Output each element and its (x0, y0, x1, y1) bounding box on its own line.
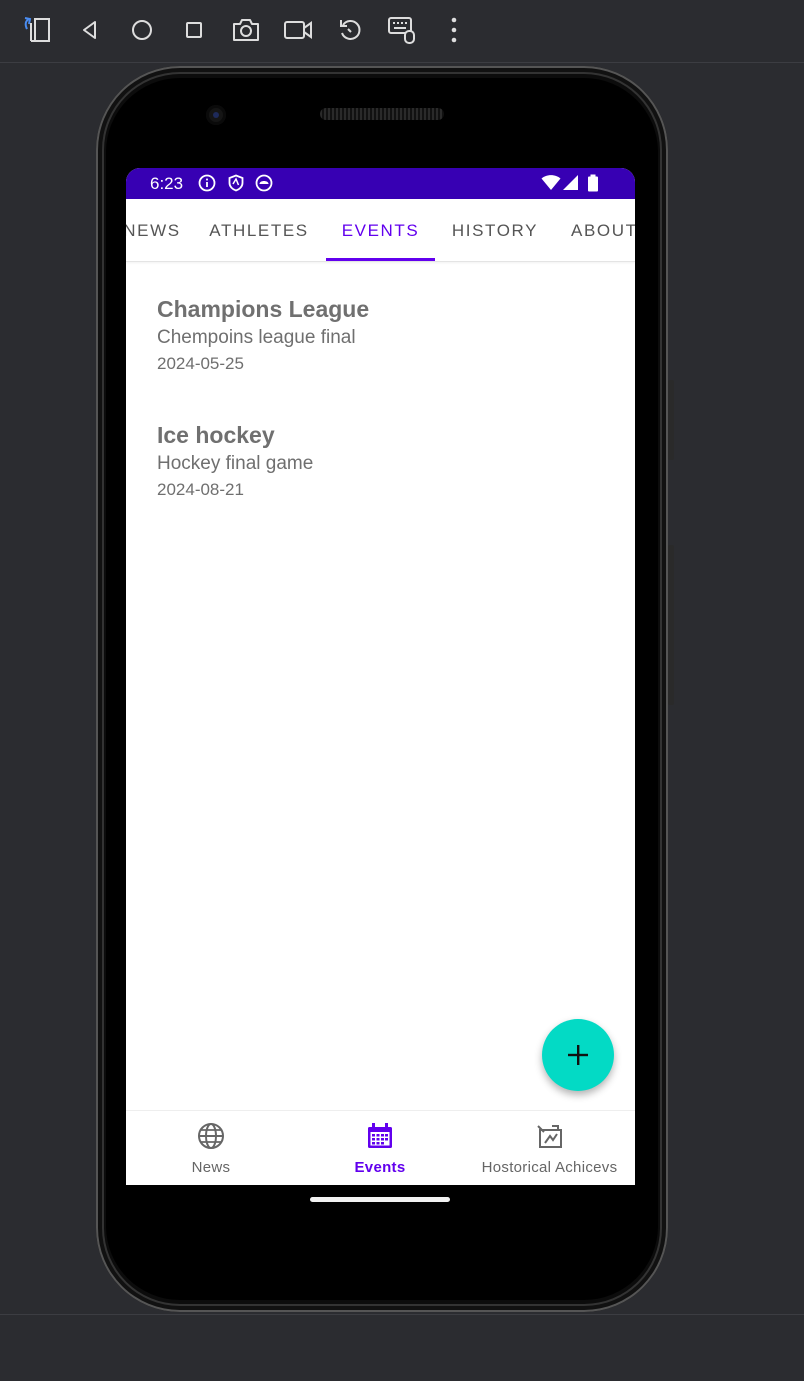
event-title: Ice hockey (157, 422, 275, 448)
nav-news-label: News (191, 1159, 231, 1176)
list-item[interactable]: Ice hockey Hockey final game 2024-08-21 (157, 421, 313, 502)
tab-history[interactable]: HISTORY (439, 199, 551, 261)
battery-icon (588, 174, 598, 192)
tab-about[interactable]: ABOUT (555, 199, 635, 261)
fold-icon[interactable] (20, 12, 56, 48)
earpiece-speaker (320, 108, 444, 120)
top-tab-bar: NEWS ATHLETES EVENTS HISTORY ABOUT (126, 199, 635, 262)
event-description: Hockey final game (157, 453, 314, 474)
emulator-toolbar (0, 0, 804, 63)
home-icon[interactable] (124, 12, 160, 48)
keyboard-mouse-icon[interactable] (384, 12, 420, 48)
status-bar: 6:23 (126, 168, 635, 199)
info-icon (198, 174, 216, 192)
event-description: Chempoins league final (157, 327, 356, 348)
tab-news[interactable]: NEWS (126, 199, 192, 261)
rotate-icon[interactable] (332, 12, 368, 48)
nav-news[interactable]: News (126, 1111, 296, 1185)
nav-historical-label: Hostorical Achicevs (481, 1159, 618, 1176)
power-button (668, 545, 674, 705)
overview-icon[interactable] (176, 12, 212, 48)
gesture-home-bar[interactable] (310, 1197, 450, 1202)
screen-record-icon[interactable] (280, 12, 316, 48)
event-date: 2024-08-21 (157, 480, 244, 499)
wifi-icon (541, 175, 561, 190)
tab-indicator (326, 258, 435, 261)
event-date: 2024-05-25 (157, 354, 244, 373)
tab-events[interactable]: EVENTS (326, 199, 435, 261)
plus-icon (568, 1045, 588, 1065)
volume-button (668, 380, 674, 460)
calendar-icon (368, 1123, 392, 1148)
screenshot-icon[interactable] (228, 12, 264, 48)
back-icon[interactable] (72, 12, 108, 48)
list-item[interactable]: Champions League Chempoins league final … (157, 295, 369, 376)
sync-icon (255, 174, 273, 192)
status-time: 6:23 (150, 174, 184, 193)
event-title: Champions League (157, 296, 370, 322)
tab-athletes[interactable]: ATHLETES (196, 199, 322, 261)
nav-events[interactable]: Events (296, 1111, 464, 1185)
emulator-bottom-strip (0, 1314, 804, 1381)
signal-icon (563, 175, 578, 190)
bottom-navigation: News Events Hostorical Achicevs (126, 1110, 635, 1185)
more-icon[interactable] (436, 12, 472, 48)
history-icon (536, 1125, 562, 1148)
shield-icon (228, 174, 244, 192)
front-camera-icon (206, 105, 226, 125)
nav-events-label: Events (354, 1159, 406, 1176)
add-event-button[interactable] (542, 1019, 614, 1091)
nav-historical[interactable]: Hostorical Achicevs (464, 1111, 635, 1185)
globe-icon (198, 1123, 224, 1149)
app-screen: 6:23 NEWS ATHLETES EVENTS HISTORY ABOUT … (126, 168, 635, 1185)
